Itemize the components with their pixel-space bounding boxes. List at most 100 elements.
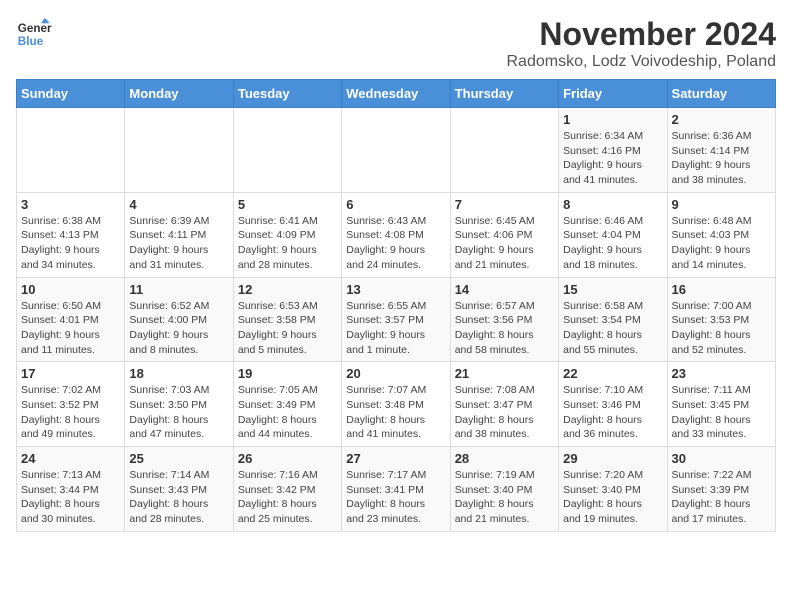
day-number: 22 [563, 366, 662, 381]
day-number: 7 [455, 197, 554, 212]
calendar-week-row: 17Sunrise: 7:02 AM Sunset: 3:52 PM Dayli… [17, 362, 776, 447]
day-number: 26 [238, 451, 337, 466]
day-number: 23 [672, 366, 771, 381]
day-number: 29 [563, 451, 662, 466]
calendar-cell: 1Sunrise: 6:34 AM Sunset: 4:16 PM Daylig… [559, 108, 667, 193]
calendar-cell: 3 Sunrise: 6:38 AM Sunset: 4:13 PM Daylig… [17, 192, 125, 277]
title-section: November 2024 Radomsko, Lodz Voivodeship… [506, 16, 776, 71]
weekday-header: Thursday [450, 80, 558, 108]
day-info: Sunrise: 7:10 AM Sunset: 3:46 PM Dayligh… [563, 383, 662, 442]
calendar-cell: 6 Sunrise: 6:43 AM Sunset: 4:08 PM Daylig… [342, 192, 450, 277]
calendar-cell [17, 108, 125, 193]
calendar-cell [125, 108, 233, 193]
calendar-cell [342, 108, 450, 193]
page-header: General Blue November 2024 Radomsko, Lod… [16, 16, 776, 71]
day-number: 10 [21, 282, 120, 297]
day-info: Sunrise: 6:58 AM Sunset: 3:54 PM Dayligh… [563, 299, 662, 358]
calendar-cell: 4 Sunrise: 6:39 AM Sunset: 4:11 PM Daylig… [125, 192, 233, 277]
day-info: Sunrise: 7:20 AM Sunset: 3:40 PM Dayligh… [563, 468, 662, 527]
logo-icon: General Blue [16, 16, 52, 52]
calendar-cell: 30 Sunrise: 7:22 AM Sunset: 3:39 PM Dayli… [667, 447, 775, 532]
calendar-cell: 23 Sunrise: 7:11 AM Sunset: 3:45 PM Dayli… [667, 362, 775, 447]
day-number: 13 [346, 282, 445, 297]
calendar-cell: 29 Sunrise: 7:20 AM Sunset: 3:40 PM Dayli… [559, 447, 667, 532]
day-info: Sunrise: 6:52 AM Sunset: 4:00 PM Dayligh… [129, 299, 228, 358]
day-info: Sunrise: 7:22 AM Sunset: 3:39 PM Dayligh… [672, 468, 771, 527]
weekday-header: Saturday [667, 80, 775, 108]
day-info: Sunrise: 6:41 AM Sunset: 4:09 PM Dayligh… [238, 214, 337, 273]
day-number: 8 [563, 197, 662, 212]
calendar-cell: 14 Sunrise: 6:57 AM Sunset: 3:56 PM Dayli… [450, 277, 558, 362]
calendar-cell: 26 Sunrise: 7:16 AM Sunset: 3:42 PM Dayli… [233, 447, 341, 532]
calendar-cell: 12 Sunrise: 6:53 AM Sunset: 3:58 PM Dayli… [233, 277, 341, 362]
day-number: 11 [129, 282, 228, 297]
calendar-cell: 9Sunrise: 6:48 AM Sunset: 4:03 PM Daylig… [667, 192, 775, 277]
calendar-cell: 16 Sunrise: 7:00 AM Sunset: 3:53 PM Dayli… [667, 277, 775, 362]
day-number: 15 [563, 282, 662, 297]
logo: General Blue [16, 16, 52, 52]
calendar-cell: 13 Sunrise: 6:55 AM Sunset: 3:57 PM Dayli… [342, 277, 450, 362]
svg-text:Blue: Blue [18, 35, 44, 48]
weekday-header: Wednesday [342, 80, 450, 108]
calendar-cell: 24Sunrise: 7:13 AM Sunset: 3:44 PM Dayli… [17, 447, 125, 532]
calendar-cell: 8Sunrise: 6:46 AM Sunset: 4:04 PM Daylig… [559, 192, 667, 277]
day-info: Sunrise: 7:07 AM Sunset: 3:48 PM Dayligh… [346, 383, 445, 442]
calendar-cell: 18 Sunrise: 7:03 AM Sunset: 3:50 PM Dayli… [125, 362, 233, 447]
weekday-header: Friday [559, 80, 667, 108]
day-info: Sunrise: 7:16 AM Sunset: 3:42 PM Dayligh… [238, 468, 337, 527]
day-number: 2 [672, 112, 771, 127]
day-number: 5 [238, 197, 337, 212]
day-info: Sunrise: 6:43 AM Sunset: 4:08 PM Dayligh… [346, 214, 445, 273]
day-info: Sunrise: 6:57 AM Sunset: 3:56 PM Dayligh… [455, 299, 554, 358]
day-number: 18 [129, 366, 228, 381]
svg-text:General: General [18, 22, 52, 35]
day-info: Sunrise: 7:08 AM Sunset: 3:47 PM Dayligh… [455, 383, 554, 442]
day-number: 3 [21, 197, 120, 212]
calendar-week-row: 10 Sunrise: 6:50 AM Sunset: 4:01 PM Dayli… [17, 277, 776, 362]
day-number: 25 [129, 451, 228, 466]
day-number: 28 [455, 451, 554, 466]
calendar-week-row: 1Sunrise: 6:34 AM Sunset: 4:16 PM Daylig… [17, 108, 776, 193]
calendar-cell [450, 108, 558, 193]
calendar-week-row: 3 Sunrise: 6:38 AM Sunset: 4:13 PM Daylig… [17, 192, 776, 277]
day-number: 12 [238, 282, 337, 297]
day-info: Sunrise: 6:38 AM Sunset: 4:13 PM Dayligh… [21, 214, 120, 273]
day-info: Sunrise: 6:53 AM Sunset: 3:58 PM Dayligh… [238, 299, 337, 358]
page-title: November 2024 [506, 16, 776, 53]
day-info: Sunrise: 6:34 AM Sunset: 4:16 PM Dayligh… [563, 129, 662, 188]
calendar-cell: 15 Sunrise: 6:58 AM Sunset: 3:54 PM Dayli… [559, 277, 667, 362]
day-info: Sunrise: 7:19 AM Sunset: 3:40 PM Dayligh… [455, 468, 554, 527]
calendar-cell: 7 Sunrise: 6:45 AM Sunset: 4:06 PM Daylig… [450, 192, 558, 277]
weekday-header: Tuesday [233, 80, 341, 108]
day-info: Sunrise: 6:50 AM Sunset: 4:01 PM Dayligh… [21, 299, 120, 358]
day-number: 17 [21, 366, 120, 381]
day-info: Sunrise: 7:00 AM Sunset: 3:53 PM Dayligh… [672, 299, 771, 358]
calendar-cell: 20 Sunrise: 7:07 AM Sunset: 3:48 PM Dayli… [342, 362, 450, 447]
day-info: Sunrise: 6:55 AM Sunset: 3:57 PM Dayligh… [346, 299, 445, 358]
day-number: 14 [455, 282, 554, 297]
day-number: 4 [129, 197, 228, 212]
calendar-table: SundayMondayTuesdayWednesdayThursdayFrid… [16, 79, 776, 532]
calendar-header-row: SundayMondayTuesdayWednesdayThursdayFrid… [17, 80, 776, 108]
day-info: Sunrise: 7:17 AM Sunset: 3:41 PM Dayligh… [346, 468, 445, 527]
day-number: 6 [346, 197, 445, 212]
day-number: 27 [346, 451, 445, 466]
day-info: Sunrise: 7:05 AM Sunset: 3:49 PM Dayligh… [238, 383, 337, 442]
calendar-week-row: 24Sunrise: 7:13 AM Sunset: 3:44 PM Dayli… [17, 447, 776, 532]
day-info: Sunrise: 6:45 AM Sunset: 4:06 PM Dayligh… [455, 214, 554, 273]
day-info: Sunrise: 7:03 AM Sunset: 3:50 PM Dayligh… [129, 383, 228, 442]
day-info: Sunrise: 6:39 AM Sunset: 4:11 PM Dayligh… [129, 214, 228, 273]
day-number: 16 [672, 282, 771, 297]
calendar-cell: 25 Sunrise: 7:14 AM Sunset: 3:43 PM Dayli… [125, 447, 233, 532]
day-number: 21 [455, 366, 554, 381]
day-info: Sunrise: 7:14 AM Sunset: 3:43 PM Dayligh… [129, 468, 228, 527]
day-number: 20 [346, 366, 445, 381]
calendar-cell [233, 108, 341, 193]
calendar-cell: 11 Sunrise: 6:52 AM Sunset: 4:00 PM Dayli… [125, 277, 233, 362]
page-subtitle: Radomsko, Lodz Voivodeship, Poland [506, 53, 776, 71]
calendar-cell: 28 Sunrise: 7:19 AM Sunset: 3:40 PM Dayli… [450, 447, 558, 532]
day-number: 9 [672, 197, 771, 212]
day-number: 30 [672, 451, 771, 466]
day-info: Sunrise: 7:11 AM Sunset: 3:45 PM Dayligh… [672, 383, 771, 442]
day-info: Sunrise: 6:36 AM Sunset: 4:14 PM Dayligh… [672, 129, 771, 188]
